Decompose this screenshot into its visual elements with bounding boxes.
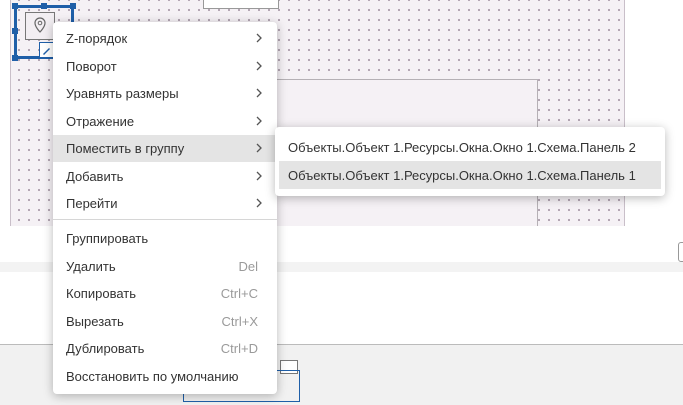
menu-item-add[interactable]: Добавить	[53, 163, 277, 190]
menu-item-label: Восстановить по умолчанию	[66, 369, 239, 384]
chevron-right-icon	[256, 116, 262, 126]
toolbar-widget[interactable]	[203, 0, 279, 9]
menu-item-delete[interactable]: Удалить Del	[53, 253, 277, 280]
shortcut-hint: Ctrl+X	[221, 314, 258, 329]
menu-item-label: Z-порядок	[66, 31, 128, 46]
menu-item-z-order[interactable]: Z-порядок	[53, 25, 277, 52]
chevron-right-icon	[256, 198, 262, 208]
menu-item-cut[interactable]: Вырезать Ctrl+X	[53, 308, 277, 335]
shortcut-hint: Del	[238, 259, 258, 274]
menu-item-restore-default[interactable]: Восстановить по умолчанию	[53, 363, 277, 390]
menu-item-label: Добавить	[66, 169, 124, 184]
chevron-right-icon	[256, 88, 262, 98]
menu-item-label: Уравнять размеры	[66, 86, 179, 101]
shortcut-hint: Ctrl+D	[220, 341, 258, 356]
submenu-item-panel-1[interactable]: Объекты.Объект 1.Ресурсы.Окна.Окно 1.Схе…	[279, 161, 661, 189]
menu-item-label: Перейти	[66, 196, 118, 211]
menu-item-mirror[interactable]: Отражение	[53, 108, 277, 135]
map-pin-icon	[25, 12, 55, 40]
chevron-right-icon	[256, 33, 262, 43]
menu-item-label: Группировать	[66, 231, 149, 246]
shortcut-hint: Ctrl+C	[220, 286, 258, 301]
chevron-right-icon	[256, 171, 262, 181]
submenu-item-panel-2[interactable]: Объекты.Объект 1.Ресурсы.Окна.Окно 1.Схе…	[279, 133, 661, 161]
menu-item-label: Поворот	[66, 59, 117, 74]
menu-item-duplicate[interactable]: Дублировать Ctrl+D	[53, 335, 277, 362]
menu-item-copy[interactable]: Копировать Ctrl+C	[53, 280, 277, 307]
menu-item-label: Удалить	[66, 259, 116, 274]
submenu-item-label: Объекты.Объект 1.Ресурсы.Окна.Окно 1.Схе…	[288, 139, 636, 155]
chevron-right-icon	[256, 61, 262, 71]
side-tab-handle[interactable]	[678, 242, 683, 262]
menu-item-equalize-size[interactable]: Уравнять размеры	[53, 80, 277, 107]
menu-item-put-in-group[interactable]: Поместить в группу	[53, 135, 277, 162]
menu-item-go-to[interactable]: Перейти	[53, 190, 277, 217]
chevron-right-icon	[256, 143, 262, 153]
context-menu: Z-порядок Поворот Уравнять размеры Отраж…	[53, 22, 277, 394]
menu-item-rotate[interactable]: Поворот	[53, 53, 277, 80]
menu-item-label: Вырезать	[66, 314, 124, 329]
menu-item-label: Отражение	[66, 114, 135, 129]
group-submenu: Объекты.Объект 1.Ресурсы.Окна.Окно 1.Схе…	[275, 127, 665, 196]
menu-item-label: Копировать	[66, 286, 136, 301]
menu-item-label: Поместить в группу	[66, 141, 185, 156]
menu-item-label: Дублировать	[66, 341, 145, 356]
submenu-item-label: Объекты.Объект 1.Ресурсы.Окна.Окно 1.Схе…	[288, 167, 636, 183]
menu-separator	[53, 219, 277, 220]
menu-item-group[interactable]: Группировать	[53, 225, 277, 252]
